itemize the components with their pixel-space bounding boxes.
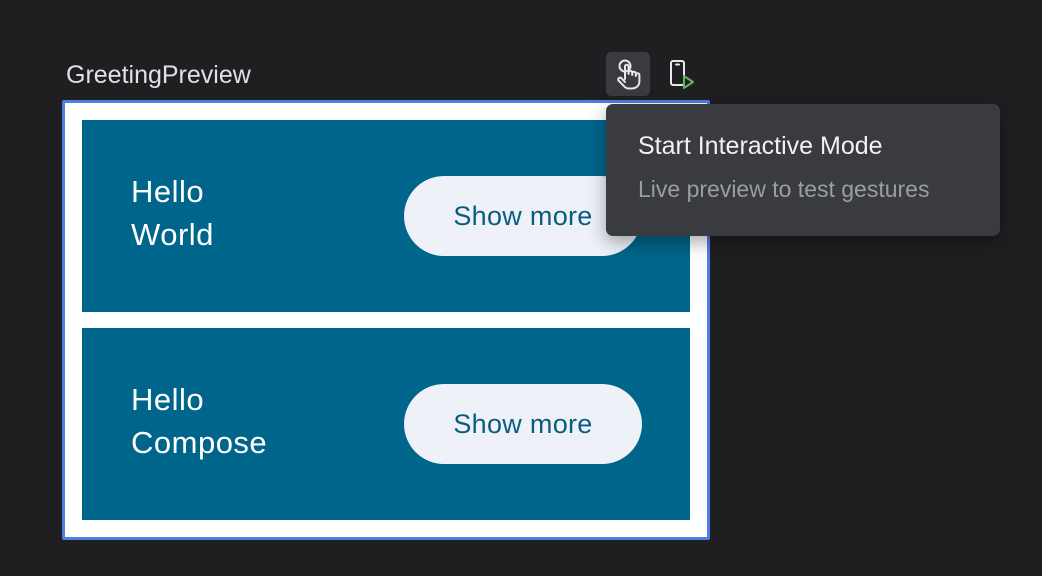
greeting-line: Hello — [131, 382, 205, 417]
run-preview-on-device-button[interactable] — [660, 52, 704, 96]
tooltip-title: Start Interactive Mode — [638, 132, 883, 160]
greeting-text: Hello Compose — [131, 378, 267, 464]
greeting-name: Compose — [131, 425, 268, 460]
preview-title: GreetingPreview — [66, 61, 251, 89]
show-more-button[interactable]: Show more — [404, 384, 642, 464]
greeting-name: World — [131, 217, 214, 252]
start-interactive-mode-button[interactable] — [606, 52, 650, 96]
run-on-device-icon — [670, 60, 694, 89]
greeting-text: Hello World — [131, 170, 214, 256]
interactive-mode-tooltip: Start Interactive Mode Live preview to t… — [606, 104, 1000, 236]
greeting-card: Hello World Show more — [82, 120, 690, 312]
touch-hand-icon — [617, 59, 641, 90]
tooltip-subtitle: Live preview to test gestures — [638, 176, 930, 202]
greeting-card: Hello Compose Show more — [82, 328, 690, 520]
greeting-line: Hello — [131, 174, 205, 209]
